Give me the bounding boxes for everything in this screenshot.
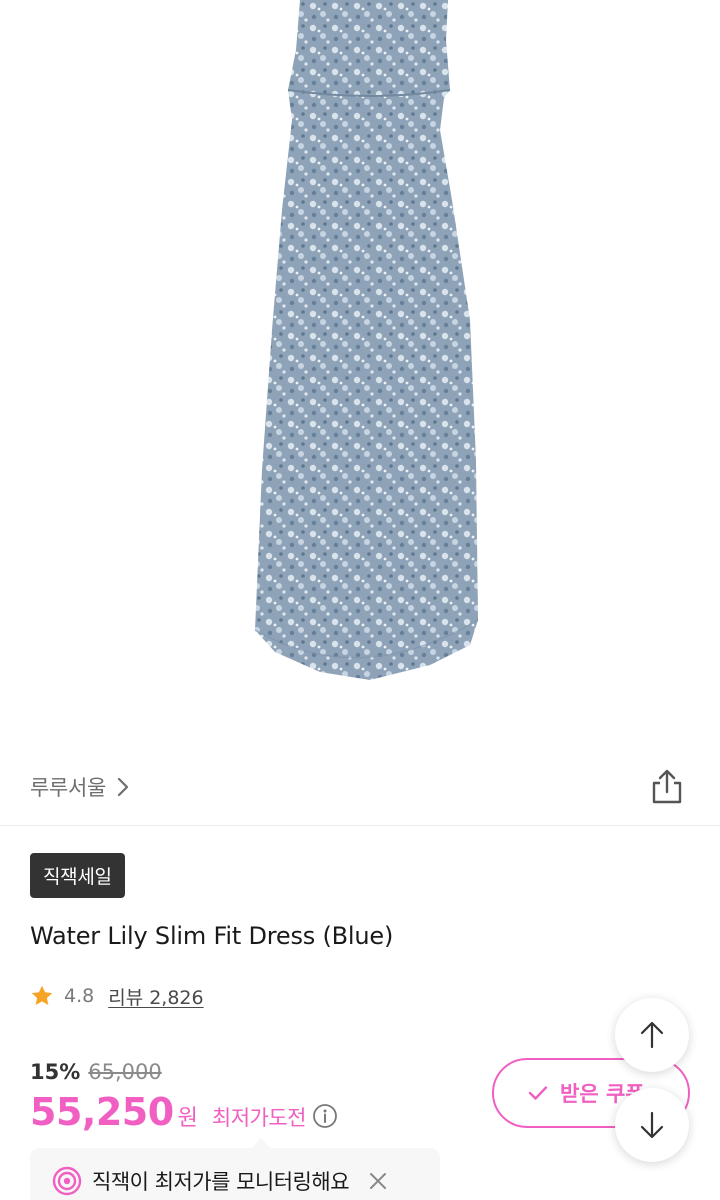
chevron-right-icon	[117, 777, 129, 797]
product-image	[0, 0, 720, 740]
target-icon	[52, 1166, 82, 1196]
discount-row: 15% 65,000	[30, 1060, 162, 1084]
monitor-text: 직잭이 최저가를 모니터링해요	[92, 1170, 350, 1194]
star-icon	[31, 985, 53, 1005]
rating-row: 4.8 리뷰 2,826	[30, 982, 204, 1010]
sale-badge: 직잭세일	[30, 853, 125, 898]
price-row: 55,250 원 최저가도전	[30, 1090, 338, 1134]
close-icon[interactable]	[367, 1170, 389, 1192]
original-price: 65,000	[88, 1060, 162, 1084]
share-icon[interactable]	[648, 768, 686, 806]
sale-badge-label: 직잭세일	[43, 866, 112, 888]
brand-link[interactable]: 루루서울	[30, 772, 130, 802]
lowest-price-label[interactable]: 최저가도전	[212, 1102, 307, 1132]
rating-value: 4.8	[64, 985, 95, 1007]
scroll-top-button[interactable]	[615, 998, 689, 1072]
info-icon[interactable]	[312, 1103, 338, 1129]
sale-price: 55,250	[30, 1090, 174, 1134]
discount-rate: 15%	[30, 1060, 81, 1084]
product-title: Water Lily Slim Fit Dress (Blue)	[30, 922, 394, 950]
scroll-bottom-button[interactable]	[615, 1088, 689, 1162]
arrow-up-icon	[640, 1021, 664, 1049]
currency-label: 원	[177, 1106, 198, 1131]
brand-name: 루루서울	[30, 776, 107, 800]
dress-illustration	[254, 0, 479, 680]
brand-row: 루루서울	[0, 752, 720, 826]
price-monitor-banner: 직잭이 최저가를 모니터링해요	[30, 1148, 440, 1200]
arrow-down-icon	[640, 1111, 664, 1139]
review-link[interactable]: 리뷰 2,826	[108, 983, 203, 1010]
check-icon	[528, 1086, 548, 1100]
